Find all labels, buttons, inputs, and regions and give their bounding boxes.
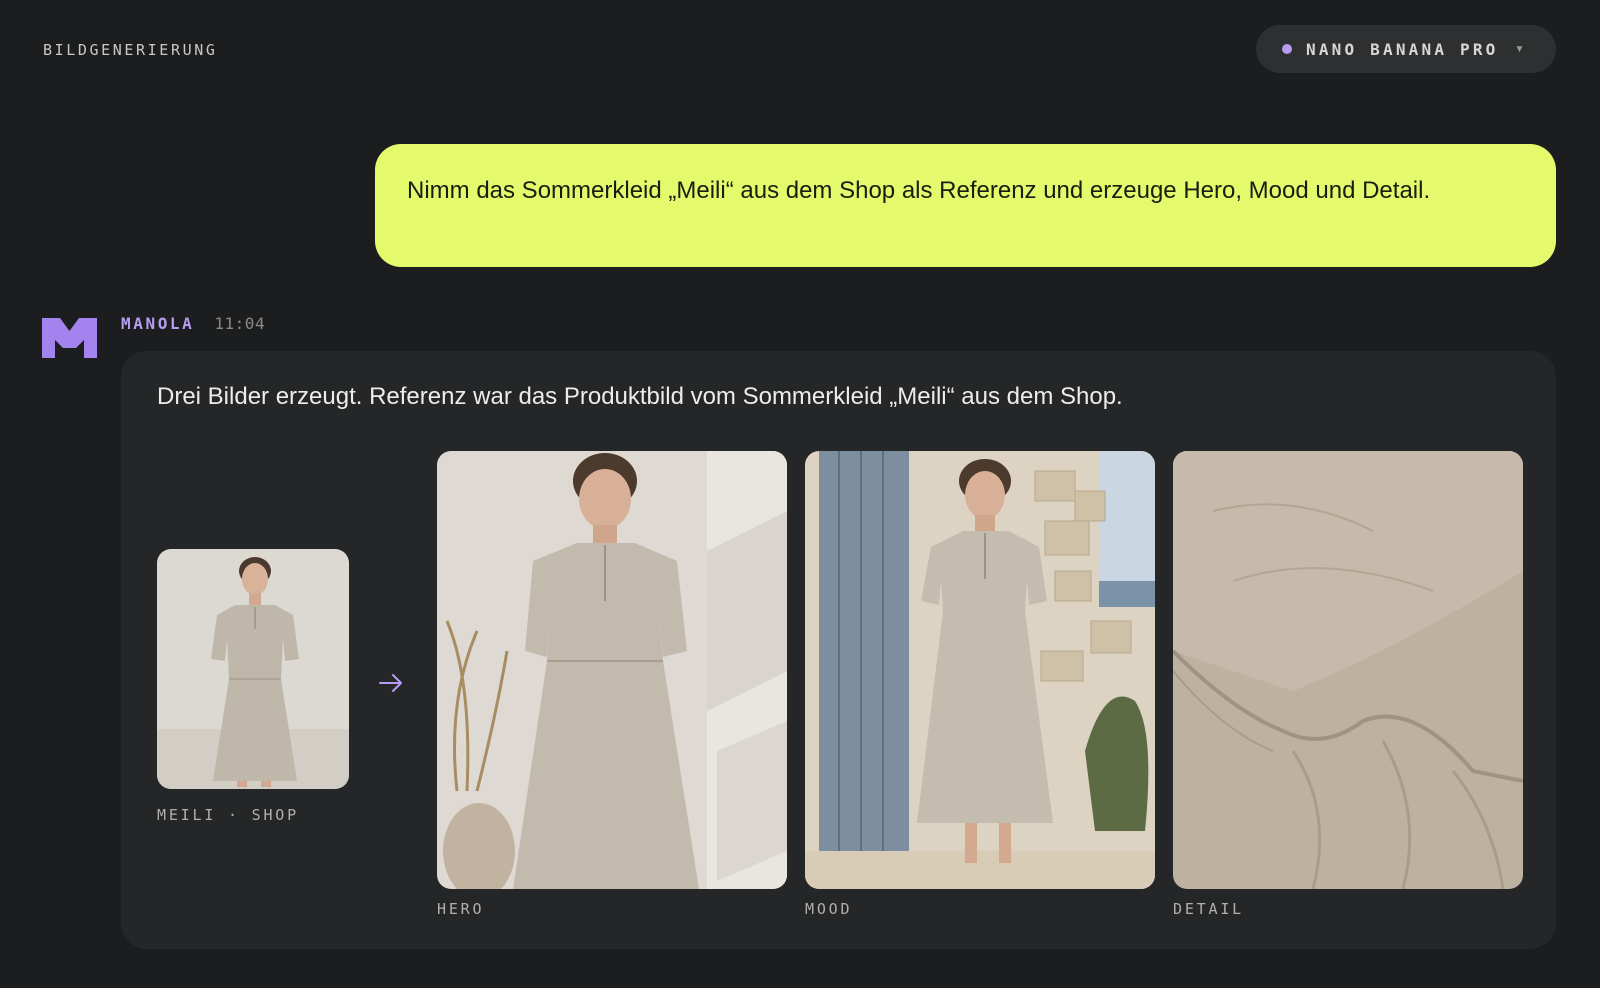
sender-name: MANOLA — [121, 314, 195, 333]
top-bar: BILDGENERIERUNG NANO BANANA PRO ▼ — [0, 0, 1600, 100]
result-image-detail[interactable] — [1173, 451, 1523, 889]
arrow-right-icon — [377, 669, 405, 697]
result-caption-mood: MOOD — [805, 900, 853, 918]
result-caption-hero: HERO — [437, 900, 485, 918]
reference-image[interactable] — [157, 549, 349, 789]
user-message-bubble: Nimm das Sommerkleid „Meili“ aus dem Sho… — [375, 144, 1556, 267]
result-image-hero[interactable] — [437, 451, 787, 889]
chevron-down-icon: ▼ — [1514, 43, 1525, 55]
assistant-message-text: Drei Bilder erzeugt. Referenz war das Pr… — [157, 383, 1123, 410]
result-caption-detail: DETAIL — [1173, 900, 1244, 918]
manola-logo-icon — [42, 318, 97, 358]
reference-caption: MEILI · SHOP — [157, 806, 299, 824]
model-selector[interactable]: NANO BANANA PRO ▼ — [1256, 25, 1556, 73]
model-label: NANO BANANA PRO — [1306, 39, 1499, 59]
user-message-text: Nimm das Sommerkleid „Meili“ aus dem Sho… — [407, 177, 1431, 204]
page-title: BILDGENERIERUNG — [43, 41, 218, 59]
assistant-message-card: Drei Bilder erzeugt. Referenz war das Pr… — [121, 351, 1556, 949]
message-meta: MANOLA 11:04 — [121, 314, 265, 333]
result-image-mood[interactable] — [805, 451, 1155, 889]
model-status-dot — [1282, 44, 1292, 54]
message-time: 11:04 — [214, 314, 266, 333]
